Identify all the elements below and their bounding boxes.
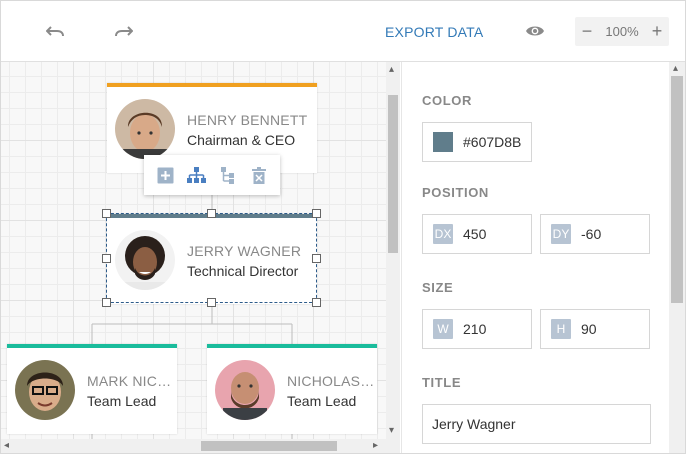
zoom-out-button[interactable]: − (575, 17, 599, 46)
employee-name: HENRY BENNETT (187, 112, 308, 128)
position-dy-field[interactable]: DY -60 (540, 214, 650, 254)
color-swatch (433, 132, 453, 152)
card-accent-bar (7, 344, 177, 348)
employee-role: Chairman & CEO (187, 132, 296, 148)
position-dx-field[interactable]: DX 450 (422, 214, 532, 254)
card-accent-bar (207, 344, 377, 348)
resize-handle-ne[interactable] (312, 209, 321, 218)
scroll-thumb[interactable] (201, 441, 337, 451)
resize-handle-w[interactable] (102, 254, 111, 263)
employee-name: NICHOLAS … (287, 373, 375, 389)
avatar (215, 360, 275, 420)
title-field[interactable]: Jerry Wagner (422, 404, 651, 444)
resize-handle-s[interactable] (207, 298, 216, 307)
scroll-up-icon[interactable]: ▴ (673, 64, 678, 74)
org-chart-icon (187, 166, 206, 183)
org-card-nicholas[interactable]: NICHOLAS … Team Lead (207, 344, 377, 434)
resize-handle-nw[interactable] (102, 209, 111, 218)
diagram-canvas[interactable]: HENRY BENNETT Chairman & CEO JERRY WAGNE… (1, 62, 386, 439)
delete-icon (251, 166, 266, 184)
export-data-button[interactable]: EXPORT DATA (379, 19, 489, 45)
height-value: 90 (581, 321, 597, 337)
color-value: #607D8B (463, 134, 522, 150)
eye-icon (526, 26, 544, 36)
position-label: POSITION (422, 185, 489, 200)
properties-panel: COLOR #607D8B POSITION DX 450 DY -60 SIZ… (401, 62, 669, 453)
title-label: TITLE (422, 375, 462, 390)
resize-handle-sw[interactable] (102, 298, 111, 307)
dx-tag: DX (433, 224, 453, 244)
height-tag: H (551, 319, 571, 339)
add-subordinates-button[interactable] (185, 164, 208, 187)
undo-icon (46, 26, 64, 37)
width-value: 210 (463, 321, 487, 337)
undo-button[interactable] (41, 17, 71, 45)
zoom-level: 100% (605, 24, 639, 39)
scroll-thumb[interactable] (388, 95, 398, 253)
redo-icon (115, 26, 133, 37)
scroll-up-icon[interactable]: ▴ (389, 65, 394, 75)
scroll-down-icon[interactable]: ▾ (389, 426, 394, 436)
width-tag: W (433, 319, 453, 339)
employee-role: Team Lead (87, 393, 157, 409)
dy-tag: DY (551, 224, 571, 244)
org-chart-editor: EXPORT DATA − 100% + HENRY BENNETT Chair… (0, 0, 686, 454)
resize-handle-n[interactable] (207, 209, 216, 218)
color-field[interactable]: #607D8B (422, 122, 532, 162)
toolbar: EXPORT DATA − 100% + (1, 1, 685, 62)
tree-icon (220, 166, 234, 184)
employee-role: Team Lead (287, 393, 357, 409)
delete-shape-button[interactable] (247, 164, 270, 187)
size-height-field[interactable]: H 90 (540, 309, 650, 349)
selection-frame (106, 213, 317, 303)
preview-button[interactable] (519, 17, 551, 45)
size-width-field[interactable]: W 210 (422, 309, 532, 349)
title-value: Jerry Wagner (432, 416, 516, 432)
avatar (15, 360, 75, 420)
scroll-right-icon[interactable]: ▸ (373, 441, 378, 451)
scrollbar-corner (386, 439, 400, 453)
scroll-left-icon[interactable]: ◂ (4, 441, 9, 451)
add-shape-button[interactable] (154, 164, 177, 187)
zoom-control: − 100% + (575, 17, 669, 46)
resize-handle-e[interactable] (312, 254, 321, 263)
employee-name: MARK NICH… (87, 373, 175, 389)
canvas-horizontal-scrollbar[interactable]: ◂ ▸ (1, 439, 386, 453)
card-accent-bar (107, 83, 317, 87)
dx-value: 450 (463, 226, 487, 242)
color-label: COLOR (422, 93, 472, 108)
tree-layout-button[interactable] (216, 164, 239, 187)
size-label: SIZE (422, 280, 454, 295)
canvas-vertical-scrollbar[interactable]: ▴ ▾ (386, 62, 400, 439)
panel-vertical-scrollbar[interactable]: ▴ (669, 62, 685, 453)
dy-value: -60 (581, 226, 602, 242)
redo-button[interactable] (108, 17, 138, 45)
zoom-in-button[interactable]: + (645, 17, 669, 46)
org-card-mark[interactable]: MARK NICH… Team Lead (7, 344, 177, 434)
resize-handle-se[interactable] (312, 298, 321, 307)
scroll-thumb[interactable] (671, 76, 683, 303)
shape-context-toolbox (144, 155, 280, 195)
add-icon (157, 167, 174, 183)
avatar (115, 99, 175, 159)
